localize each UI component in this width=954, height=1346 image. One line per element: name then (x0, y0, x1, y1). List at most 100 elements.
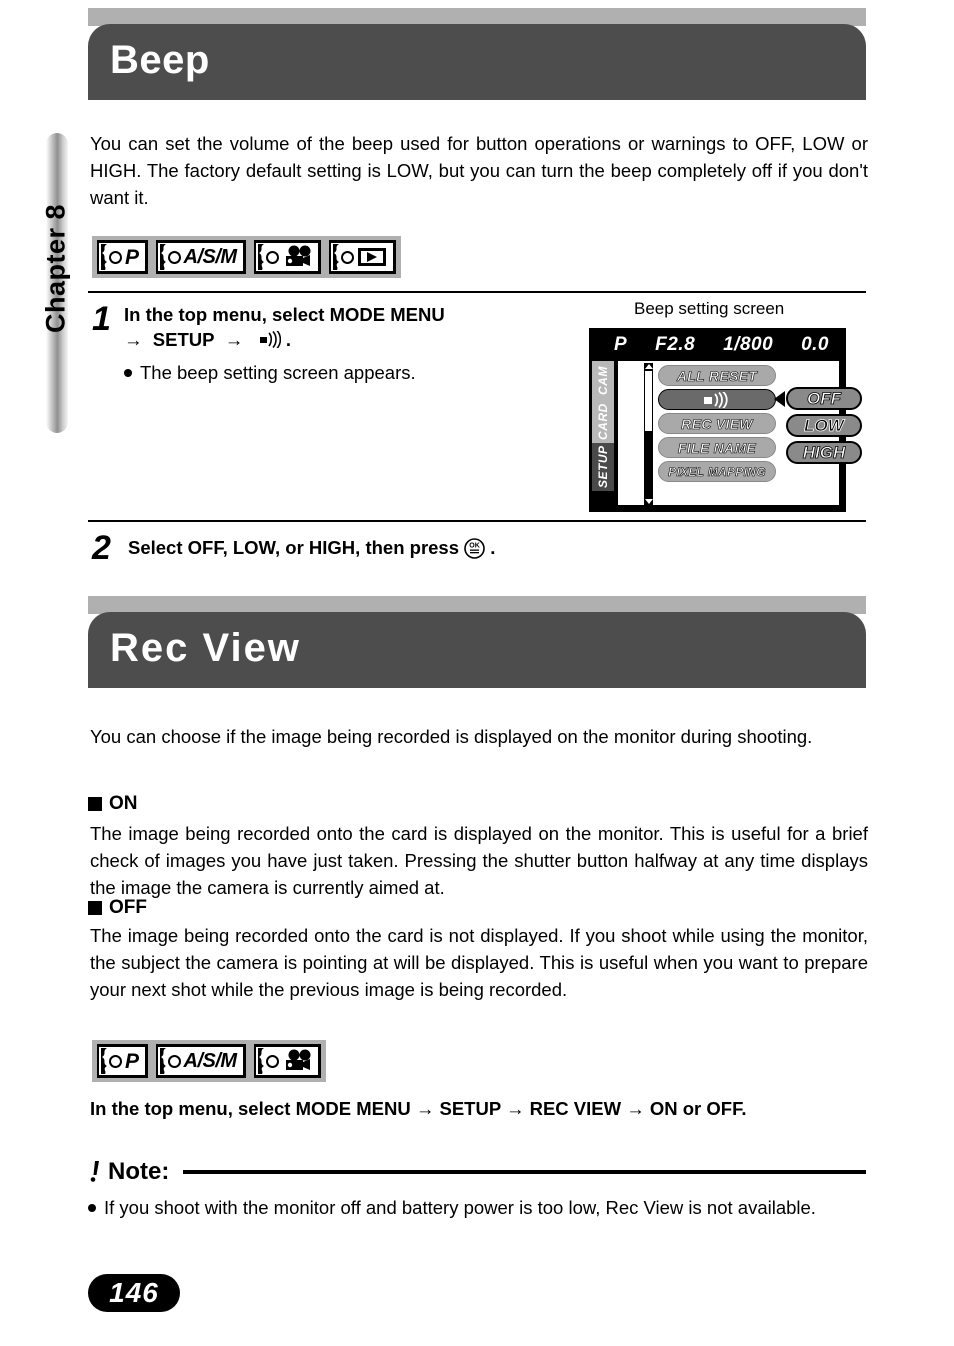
ticket-edge-icon (332, 244, 339, 270)
rec-view-on-paragraph: The image being recorded onto the card i… (90, 823, 868, 898)
lcd-scroll-thumb[interactable] (645, 371, 652, 431)
beep-speaker-icon (704, 391, 728, 408)
lcd-option-off[interactable]: OFF (786, 387, 862, 410)
mode-dial-circle-icon (109, 250, 122, 264)
section-header-bar: Rec View (88, 612, 866, 688)
square-bullet-icon (88, 797, 102, 811)
chevron-down-icon[interactable] (645, 499, 653, 504)
ticket-edge-icon (101, 1048, 107, 1074)
mode-label-p: P (125, 245, 139, 269)
ticket-edge-icon (257, 1048, 264, 1074)
beep-intro-paragraph: You can set the volume of the beep used … (90, 133, 868, 208)
lcd-menu-panel: ALL RESET REC VIEW FILE NAME PIXEL MAPPI… (618, 361, 862, 507)
divider-rule-top (88, 291, 866, 293)
divider-rule-bottom (88, 520, 866, 522)
mode-dial-circle-icon (167, 1054, 181, 1068)
lcd-menu-item-all-reset[interactable]: ALL RESET (658, 365, 776, 386)
exclamation-icon (90, 1161, 99, 1182)
mode-label-p: P (125, 1049, 139, 1073)
lcd-menu-list: ALL RESET REC VIEW FILE NAME PIXEL MAPPI… (658, 365, 776, 485)
rec-view-on-label: ON (109, 793, 138, 814)
note-header: Note: (88, 1160, 866, 1184)
lcd-menu-area: CAM CARD SETUP ALL RESET REC VIEW FILE N… (592, 359, 862, 509)
rec-view-instruction: In the top menu, select MODE MENU → SETU… (90, 1098, 747, 1119)
chapter-tab: Chapter 8 (41, 133, 71, 433)
mode-dial-circle-icon (265, 250, 279, 264)
mode-dial-circle-icon (109, 1054, 122, 1068)
mode-icon-asm: A/S/M (155, 240, 246, 274)
note-list-item: If you shoot with the monitor off and ba… (88, 1194, 866, 1221)
step-1-period: . (285, 329, 291, 350)
mode-icons-beep: P A/S/M (92, 236, 401, 278)
movie-camera-icon (285, 1049, 311, 1070)
lcd-mode: P (614, 334, 628, 355)
mode-dial-circle-icon (340, 250, 354, 264)
lcd-exposure: 0.0 (801, 334, 829, 355)
mode-icon-p: P (97, 240, 148, 274)
lcd-menu-item-beep[interactable] (658, 389, 776, 410)
note-item-text: If you shoot with the monitor off and ba… (104, 1197, 816, 1218)
playback-icon (357, 248, 386, 266)
lcd-tab-setup[interactable]: SETUP (592, 443, 614, 491)
page-number-badge: 146 (88, 1274, 180, 1312)
step-1-line1: In the top menu, select MODE MENU (124, 302, 554, 327)
lcd-tab-strip: CAM CARD SETUP (592, 359, 616, 509)
mode-icons-rec-view: P A/S/M (92, 1040, 326, 1082)
step-1-setup-label: SETUP (152, 329, 215, 350)
step-1-number: 1 (92, 300, 111, 338)
lcd-caption: Beep setting screen (634, 299, 785, 318)
step-2-period: . (490, 537, 496, 558)
lcd-option-list: OFF LOW HIGH (786, 387, 862, 468)
lcd-status-bar: P F2.8 1/800 0.0 (592, 331, 843, 359)
rec-view-off-label: OFF (109, 897, 147, 918)
page-title-rec-view: Rec View (110, 626, 301, 670)
lcd-option-high[interactable]: HIGH (786, 441, 862, 464)
rec-view-off-paragraph: The image being recorded onto the card i… (90, 925, 868, 1000)
bullet-icon (124, 368, 132, 377)
lcd-scrollbar[interactable] (644, 363, 653, 507)
lcd-option-low[interactable]: LOW (786, 414, 862, 437)
step-1-subnote-text: The beep setting screen appears. (140, 362, 416, 383)
note-title: Note: (108, 1158, 170, 1185)
rec-view-on-heading: ON (88, 793, 138, 815)
svg-text:OK: OK (469, 542, 480, 549)
movie-camera-icon (285, 245, 311, 266)
mode-label-asm: A/S/M (183, 246, 238, 268)
section-header-bar: Beep (88, 24, 866, 100)
mode-dial-circle-icon (167, 250, 181, 264)
chapter-tab-label: Chapter 8 (40, 203, 71, 334)
lcd-menu-item-pixel-mapping[interactable]: PIXEL MAPPING (658, 461, 776, 482)
step-2-body: Select OFF, LOW, or HIGH, then press OK … (128, 535, 828, 560)
lcd-shutter: 1/800 (723, 334, 774, 355)
lcd-aperture: F2.8 (655, 334, 696, 355)
note-block: Note: If you shoot with the monitor off … (88, 1160, 866, 1221)
step-2-text: Select OFF, LOW, or HIGH, then press (128, 537, 460, 558)
beep-speaker-icon (259, 331, 281, 348)
lcd-tab-cam[interactable]: CAM (592, 361, 614, 401)
step-2-number: 2 (92, 529, 111, 567)
ticket-edge-icon (101, 244, 107, 270)
lcd-menu-item-rec-view[interactable]: REC VIEW (658, 413, 776, 434)
mode-icon-p: P (97, 1044, 148, 1078)
beep-setting-screen: P F2.8 1/800 0.0 CAM CARD SETUP ALL RESE… (589, 328, 862, 512)
square-bullet-icon (88, 901, 102, 915)
step-1-subnote: The beep setting screen appears. (124, 360, 554, 386)
arrow-icon: → (124, 329, 143, 350)
mode-icon-movie (253, 1044, 321, 1078)
mode-icon-movie (253, 240, 321, 274)
step-1-body: In the top menu, select MODE MENU → SETU… (124, 302, 554, 386)
lcd-menu-item-file-name[interactable]: FILE NAME (658, 437, 776, 458)
lcd-tab-card[interactable]: CARD (592, 401, 614, 443)
step-1-line2: → SETUP → . (124, 327, 554, 352)
mode-icon-playback (328, 240, 396, 274)
ok-button-icon: OK (464, 538, 485, 559)
chevron-up-icon[interactable] (645, 364, 653, 369)
mode-dial-circle-icon (265, 1054, 279, 1068)
mode-icon-asm: A/S/M (155, 1044, 246, 1078)
rec-view-intro-paragraph: You can choose if the image being record… (90, 726, 813, 747)
ticket-edge-icon (159, 244, 166, 270)
bullet-icon (88, 1204, 96, 1212)
step-1-text: In the top menu, select MODE MENU (124, 304, 445, 325)
page-title-beep: Beep (110, 38, 210, 82)
selection-pointer-icon (774, 391, 785, 407)
